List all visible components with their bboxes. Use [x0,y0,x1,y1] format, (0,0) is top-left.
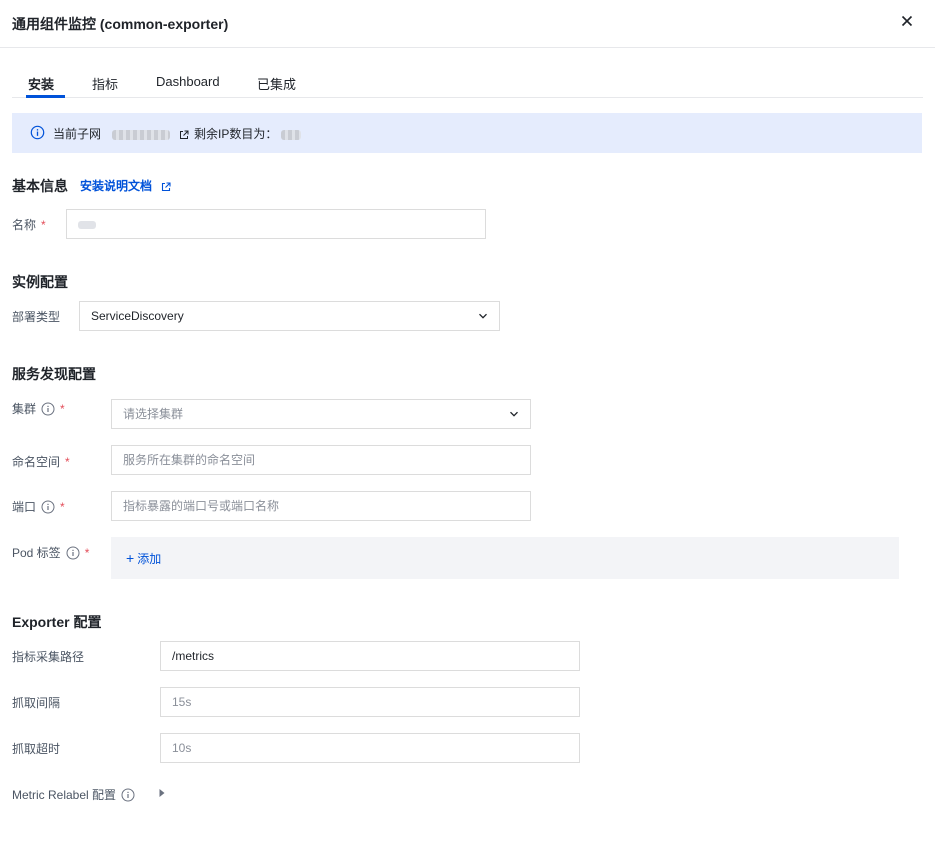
port-input[interactable]: 指标暴露的端口号或端口名称 [111,491,531,521]
pod-label-label: Pod 标签 * [12,544,89,561]
pod-label-text: Pod 标签 [12,546,61,560]
tab-dashboard[interactable]: Dashboard [156,74,220,89]
scrape-timeout-placeholder: 10s [172,741,192,755]
help-icon[interactable] [41,500,55,514]
name-label: 名称 * [12,216,46,233]
add-pod-label-button[interactable]: + 添加 [126,550,161,567]
port-label-text: 端口 [12,500,37,514]
dialog-title: 通用组件监控 (common-exporter) [12,16,229,32]
active-tab-indicator [26,95,65,98]
external-link-icon[interactable] [179,130,189,140]
scrape-interval-placeholder: 15s [172,695,192,709]
deploy-type-label: 部署类型 [12,310,61,324]
notice-text: 当前子网 剩余IP数目为： [53,125,301,142]
port-placeholder: 指标暴露的端口号或端口名称 [123,499,280,513]
info-icon [30,125,45,140]
metrics-path-value: /metrics [172,649,214,663]
scrape-interval-label: 抓取间隔 [12,696,61,710]
deploy-type-value: ServiceDiscovery [91,309,184,323]
namespace-placeholder: 服务所在集群的命名空间 [123,453,256,467]
required-mark: * [41,217,46,232]
scrape-timeout-input[interactable]: 10s [160,733,580,763]
pod-labels-panel: + 添加 [111,537,899,579]
help-icon[interactable] [66,546,80,560]
required-mark: * [65,454,70,469]
metrics-path-input[interactable]: /metrics [160,641,580,671]
notice-remaining: 剩余IP数目为： [194,127,278,141]
help-icon[interactable] [121,788,135,802]
subnet-name-redacted [112,129,171,140]
namespace-label-text: 命名空间 [12,455,61,469]
tab-bar: 安装 指标 Dashboard 已集成 [12,64,923,98]
name-label-text: 名称 [12,218,37,232]
namespace-label: 命名空间 * [12,453,70,470]
tab-metrics[interactable]: 指标 [92,74,118,93]
help-icon[interactable] [41,402,55,416]
caret-right-icon[interactable] [158,788,166,798]
namespace-input[interactable]: 服务所在集群的命名空间 [111,445,531,475]
chevron-down-icon [510,411,518,417]
ip-count-redacted [280,129,301,140]
cluster-label-text: 集群 [12,402,37,416]
tab-integrated[interactable]: 已集成 [257,74,296,93]
cluster-label: 集群 * [12,400,65,417]
metrics-path-label: 指标采集路径 [12,650,85,664]
name-input[interactable] [66,209,486,239]
scrape-timeout-label: 抓取超时 [12,742,61,756]
deploy-type-select[interactable]: ServiceDiscovery [79,301,500,331]
required-mark: * [60,499,65,514]
required-mark: * [60,401,65,416]
metric-relabel-label: Metric Relabel 配置 [12,786,135,803]
notice-prefix: 当前子网 [53,127,102,141]
dialog-header: 通用组件监控 (common-exporter) [0,0,935,48]
add-label: 添加 [137,552,162,566]
tab-install[interactable]: 安装 [28,74,54,93]
metric-relabel-text: Metric Relabel 配置 [12,788,117,802]
exporter-config-title: Exporter 配置 [12,614,102,630]
install-doc-link[interactable]: 安装说明文档 [80,177,171,194]
close-icon[interactable] [899,13,915,29]
plus-icon: + [126,550,135,566]
install-doc-label: 安装说明文档 [80,179,153,193]
cluster-placeholder: 请选择集群 [123,407,184,421]
discovery-config-title: 服务发现配置 [12,366,96,382]
required-mark: * [84,545,90,560]
chevron-down-icon [479,313,487,319]
subnet-notice: 当前子网 剩余IP数目为： [12,113,922,153]
cluster-select[interactable]: 请选择集群 [111,399,531,429]
port-label: 端口 * [12,498,65,515]
instance-config-title: 实例配置 [12,274,68,290]
external-link-icon [162,182,171,191]
basic-info-title: 基本信息 [12,178,68,194]
name-value-redacted [78,220,96,229]
scrape-interval-input[interactable]: 15s [160,687,580,717]
